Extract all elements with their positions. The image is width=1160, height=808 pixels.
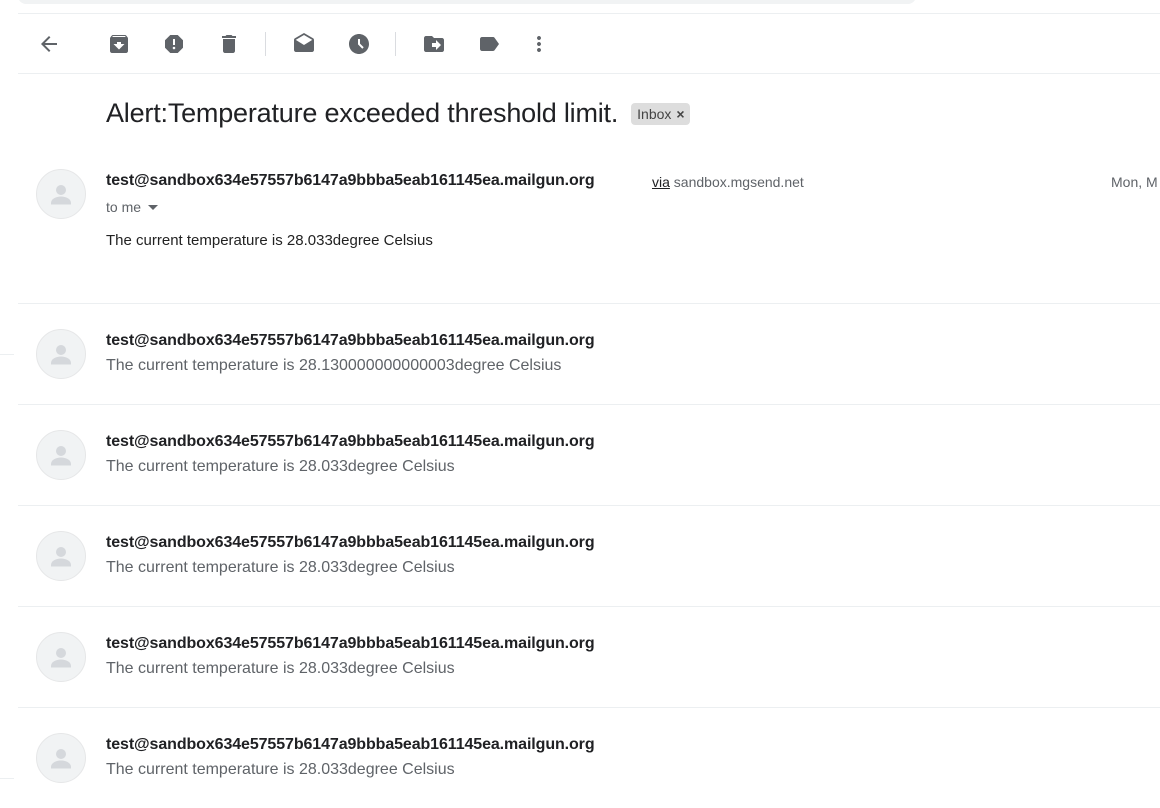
recipient-details-toggle[interactable]: to me: [106, 199, 159, 215]
message-snippet: The current temperature is 28.033degree …: [106, 559, 455, 576]
via-text: via sandbox.mgsend.net: [652, 174, 804, 190]
message-snippet: The current temperature is 28.1300000000…: [106, 357, 562, 374]
via-domain: sandbox.mgsend.net: [673, 174, 804, 190]
message-snippet: The current temperature is 28.033degree …: [106, 761, 455, 778]
avatar: [36, 733, 86, 783]
collapsed-message[interactable]: test@sandbox634e57557b6147a9bbba5eab1611…: [18, 708, 1160, 808]
toolbar-separator: [265, 32, 266, 56]
collapsed-message[interactable]: test@sandbox634e57557b6147a9bbba5eab1611…: [18, 405, 1160, 505]
mark-unread-button[interactable]: [289, 29, 319, 59]
avatar: [36, 329, 86, 379]
avatar: [36, 531, 86, 581]
message-snippet: The current temperature is 28.033degree …: [106, 660, 455, 677]
move-to-button[interactable]: [419, 29, 449, 59]
avatar: [36, 632, 86, 682]
collapsed-message[interactable]: test@sandbox634e57557b6147a9bbba5eab1611…: [18, 506, 1160, 606]
message-snippet: The current temperature is 28.033degree …: [106, 458, 455, 475]
margin-tick: [0, 354, 14, 355]
recipient-text: to me: [106, 199, 142, 215]
arrow-back-icon: [41, 36, 57, 52]
label-chip-text: Inbox: [637, 105, 672, 122]
search-bar[interactable]: [18, 0, 916, 4]
chevron-down-icon: [148, 204, 159, 210]
snooze-button[interactable]: [344, 29, 374, 59]
message-toolbar: [0, 14, 1160, 73]
report-spam-button[interactable]: [159, 29, 189, 59]
person-icon: [51, 345, 71, 365]
archive-button[interactable]: [104, 29, 134, 59]
avatar: [36, 430, 86, 480]
more-button[interactable]: [524, 29, 554, 59]
sender-email: test@sandbox634e57557b6147a9bbba5eab1611…: [106, 534, 595, 551]
message-date: Mon, M: [1111, 174, 1158, 190]
sender-email: test@sandbox634e57557b6147a9bbba5eab1611…: [106, 433, 595, 450]
sender-email: test@sandbox634e57557b6147a9bbba5eab1611…: [106, 635, 595, 652]
archive-icon: [110, 35, 128, 53]
trash-icon: [222, 35, 236, 53]
collapsed-message[interactable]: test@sandbox634e57557b6147a9bbba5eab1611…: [18, 304, 1160, 404]
message-body: The current temperature is 28.033degree …: [106, 232, 433, 249]
person-icon: [51, 446, 71, 466]
margin-tick: [0, 778, 14, 779]
sender-email[interactable]: test@sandbox634e57557b6147a9bbba5eab1611…: [106, 172, 595, 190]
person-icon: [51, 749, 71, 769]
sender-email: test@sandbox634e57557b6147a9bbba5eab1611…: [106, 332, 595, 349]
delete-button[interactable]: [214, 29, 244, 59]
move-to-folder-icon: [424, 36, 444, 52]
person-icon: [51, 547, 71, 567]
avatar[interactable]: [36, 169, 86, 219]
mark-unread-icon: [294, 33, 314, 52]
inbox-label-chip[interactable]: Inbox ×: [631, 102, 690, 125]
back-button[interactable]: [34, 29, 64, 59]
labels-button[interactable]: [474, 29, 504, 59]
sender-email: test@sandbox634e57557b6147a9bbba5eab1611…: [106, 736, 595, 753]
label-icon: [480, 37, 499, 51]
thread-subject: Alert:Temperature exceeded threshold lim…: [106, 98, 619, 128]
thread-header: Alert:Temperature exceeded threshold lim…: [106, 98, 690, 129]
toolbar-separator: [395, 32, 396, 56]
more-vert-icon: [537, 36, 541, 52]
via-link[interactable]: via: [652, 174, 670, 190]
toolbar-divider: [18, 73, 1160, 74]
person-icon: [51, 185, 71, 205]
clock-icon: [349, 34, 369, 54]
person-icon: [51, 648, 71, 668]
remove-label-button[interactable]: ×: [676, 106, 684, 122]
collapsed-message[interactable]: test@sandbox634e57557b6147a9bbba5eab1611…: [18, 607, 1160, 707]
report-icon: [165, 35, 183, 53]
